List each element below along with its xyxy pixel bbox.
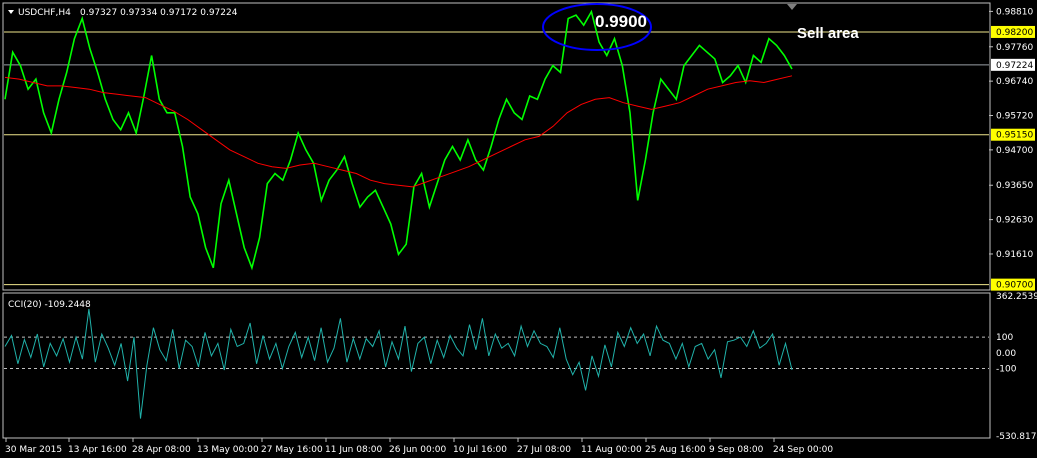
y-tick-label: 0.93650 bbox=[996, 181, 1033, 191]
x-tick-label: 11 Jun 08:00 bbox=[325, 445, 382, 455]
y-tick-label: 0.95720 bbox=[996, 112, 1033, 122]
x-tick-label: 10 Jul 16:00 bbox=[453, 445, 507, 455]
x-tick-label: 13 May 00:00 bbox=[197, 445, 259, 455]
level-label: 0.95150 bbox=[996, 131, 1033, 141]
ohlc-readout: 0.97327 0.97334 0.97172 0.97224 bbox=[80, 8, 238, 18]
y-tick-label: 0.98810 bbox=[996, 7, 1033, 17]
x-tick-label: 24 Sep 00:00 bbox=[773, 445, 833, 455]
x-tick-label: 25 Aug 16:00 bbox=[645, 445, 706, 455]
level-label: 0.98200 bbox=[996, 28, 1033, 38]
symbol-label: USDCHF,H4 bbox=[18, 8, 71, 18]
x-tick-label: 30 Mar 2015 bbox=[5, 445, 62, 455]
cci-tick-label: -530.8174 bbox=[996, 432, 1037, 442]
cci-tick-label: -100 bbox=[996, 364, 1017, 374]
y-tick-label: 0.97760 bbox=[996, 43, 1033, 53]
x-tick-label: 27 May 16:00 bbox=[261, 445, 323, 455]
x-tick-label: 13 Apr 16:00 bbox=[68, 445, 127, 455]
sell-area-label: Sell area bbox=[797, 25, 859, 42]
level-label: 0.90700 bbox=[996, 281, 1033, 291]
cci-tick-label: 100 bbox=[996, 333, 1013, 343]
y-tick-label: 0.94700 bbox=[996, 146, 1033, 156]
cci-tick-label: 0.00 bbox=[996, 349, 1016, 359]
x-tick-label: 27 Jul 08:00 bbox=[517, 445, 571, 455]
x-tick-label: 28 Apr 08:00 bbox=[132, 445, 191, 455]
x-tick-label: 26 Jun 00:00 bbox=[389, 445, 446, 455]
y-tick-label: 0.96740 bbox=[996, 77, 1033, 87]
chart-canvas[interactable]: 0.98200 0.97224 0.95150 0.90700 0.98810 0.97… bbox=[0, 0, 1037, 458]
cci-tick-label: 362.2539 bbox=[996, 292, 1037, 302]
chart-background bbox=[0, 0, 1037, 458]
level-label: 0.97224 bbox=[996, 61, 1033, 71]
y-tick-label: 0.92630 bbox=[996, 216, 1033, 226]
y-tick-label: 0.91610 bbox=[996, 250, 1033, 260]
x-tick-label: 9 Sep 08:00 bbox=[709, 445, 764, 455]
cci-title: CCI(20) -109.2448 bbox=[8, 300, 91, 310]
price-callout: 0.9900 bbox=[595, 12, 647, 31]
x-tick-label: 11 Aug 00:00 bbox=[581, 445, 642, 455]
